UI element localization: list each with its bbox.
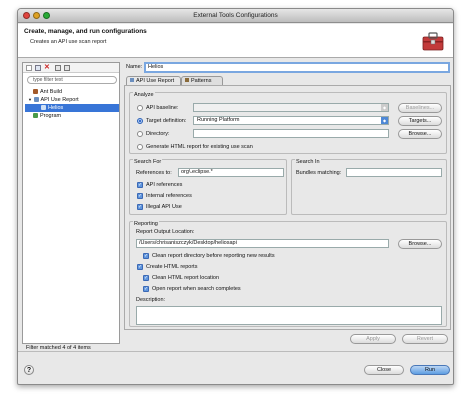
create-html-label: Create HTML reports	[146, 264, 198, 270]
disclosure-triangle-icon[interactable]: ▼	[28, 97, 32, 102]
search-in-group: Search In Bundles matching:	[291, 159, 447, 215]
configuration-editor: Name: Helios API Use Report Patterns Ana…	[124, 62, 451, 344]
filter-icon[interactable]	[64, 65, 70, 71]
program-icon	[33, 113, 38, 119]
duplicate-icon[interactable]	[35, 65, 41, 71]
tree-item-label: Helios	[48, 105, 64, 111]
dropdown-arrow-icon: ◆	[381, 104, 388, 111]
name-field[interactable]: Helios	[144, 62, 450, 73]
bundles-field[interactable]	[346, 168, 442, 177]
create-html-checkbox[interactable]: ✓	[137, 264, 143, 270]
references-label: References to:	[136, 170, 172, 176]
clean-report-dir-checkbox[interactable]: ✓	[143, 253, 149, 259]
target-definition-label: Target definition:	[146, 118, 187, 124]
analyze-title: Analyze	[133, 92, 155, 98]
ant-icon	[33, 89, 38, 95]
title-bar: External Tools Configurations	[18, 9, 453, 23]
targets-button[interactable]: Targets...	[398, 116, 442, 126]
close-button[interactable]: Close	[364, 365, 404, 375]
analyze-browse-button[interactable]: Browse...	[398, 129, 442, 139]
generate-html-label: Generate HTML report for existing use sc…	[146, 144, 253, 150]
patterns-icon	[185, 78, 189, 82]
tree-item-api-use-report[interactable]: ▼ API Use Report	[25, 96, 119, 104]
apply-button[interactable]: Apply	[350, 334, 396, 344]
internal-references-label: Internal references	[146, 193, 192, 199]
external-tools-window: External Tools Configurations Create, ma…	[17, 8, 454, 385]
reporting-title: Reporting	[133, 221, 159, 227]
report-icon	[33, 97, 39, 103]
tree-item-label: API Use Report	[40, 97, 79, 103]
search-for-title: Search For	[133, 159, 163, 165]
window-title: External Tools Configurations	[193, 12, 278, 19]
api-baseline-select[interactable]: ◆	[193, 103, 389, 112]
illegal-api-use-label: Illegal API Use	[146, 204, 182, 210]
search-in-title: Search In	[295, 159, 321, 165]
analyze-group: Analyze API baseline: ◆ Baselines... Tar…	[129, 92, 447, 154]
configurations-list-panel: ✕ type filter text Ant Build ▼ API Use R…	[22, 62, 120, 344]
tab-label: Patterns	[191, 78, 212, 84]
target-definition-value: Running Platform	[197, 117, 240, 123]
illegal-api-use-checkbox[interactable]: ✓	[137, 204, 143, 210]
reporting-group: Reporting Report Output Location: /Users…	[129, 221, 447, 327]
tab-pane: Analyze API baseline: ◆ Baselines... Tar…	[124, 85, 451, 330]
description-field[interactable]	[136, 306, 442, 325]
configurations-tree: Ant Build ▼ API Use Report Helios Progra…	[25, 88, 119, 120]
new-config-icon[interactable]	[26, 65, 32, 71]
run-button[interactable]: Run	[410, 365, 450, 375]
api-baseline-label: API baseline:	[146, 105, 179, 111]
configurations-toolbar: ✕	[23, 63, 119, 73]
search-for-group: Search For References to: org\.eclipse.*…	[129, 159, 287, 215]
open-report-checkbox[interactable]: ✓	[143, 286, 149, 292]
header-title: Create, manage, and run configurations	[24, 28, 147, 35]
help-icon[interactable]: ?	[24, 365, 34, 375]
report-icon	[130, 78, 134, 82]
open-report-label: Open report when search completes	[152, 286, 241, 292]
generate-html-radio[interactable]	[137, 144, 143, 150]
tree-item-program[interactable]: Program	[25, 112, 119, 120]
api-references-checkbox[interactable]: ✓	[137, 182, 143, 188]
description-label: Description:	[136, 297, 166, 303]
api-baseline-radio[interactable]	[137, 105, 143, 111]
reporting-browse-button[interactable]: Browse...	[398, 239, 442, 249]
references-field[interactable]: org\.eclipse.*	[178, 168, 284, 177]
clean-html-label: Clean HTML report location	[152, 275, 220, 281]
tab-label: API Use Report	[136, 78, 175, 84]
name-label: Name:	[126, 64, 143, 70]
target-definition-radio[interactable]	[137, 118, 143, 124]
delete-icon[interactable]: ✕	[44, 64, 50, 71]
directory-field[interactable]	[193, 129, 389, 138]
tree-item-ant-build[interactable]: Ant Build	[25, 88, 119, 96]
dropdown-arrow-icon: ◆	[381, 117, 388, 124]
collapse-all-icon[interactable]	[55, 65, 61, 71]
name-row: Name: Helios	[124, 62, 451, 73]
filter-input[interactable]: type filter text	[27, 76, 117, 84]
header-subtitle: Creates an API use scan report	[30, 39, 107, 45]
directory-radio[interactable]	[137, 131, 143, 137]
bundles-label: Bundles matching:	[296, 170, 342, 176]
clean-html-checkbox[interactable]: ✓	[143, 275, 149, 281]
report-icon	[41, 105, 46, 111]
revert-button[interactable]: Revert	[402, 334, 448, 344]
dialog-header: Create, manage, and run configurations C…	[18, 24, 453, 58]
directory-label: Directory:	[146, 131, 170, 137]
tree-item-label: Ant Build	[40, 89, 63, 95]
target-definition-select[interactable]: Running Platform ◆	[193, 116, 389, 125]
internal-references-checkbox[interactable]: ✓	[137, 193, 143, 199]
toolbox-icon	[422, 32, 444, 51]
clean-report-dir-label: Clean report directory before reporting …	[152, 253, 275, 259]
tree-item-helios[interactable]: Helios	[25, 104, 119, 112]
baselines-button[interactable]: Baselines...	[398, 103, 442, 113]
report-location-field[interactable]: /Users/chrisaniszczyk/Desktop/heliosapi	[136, 239, 389, 248]
api-references-label: API references	[146, 182, 183, 188]
footer-separator	[18, 351, 453, 352]
report-location-label: Report Output Location:	[136, 229, 195, 235]
tree-item-label: Program	[40, 113, 62, 119]
